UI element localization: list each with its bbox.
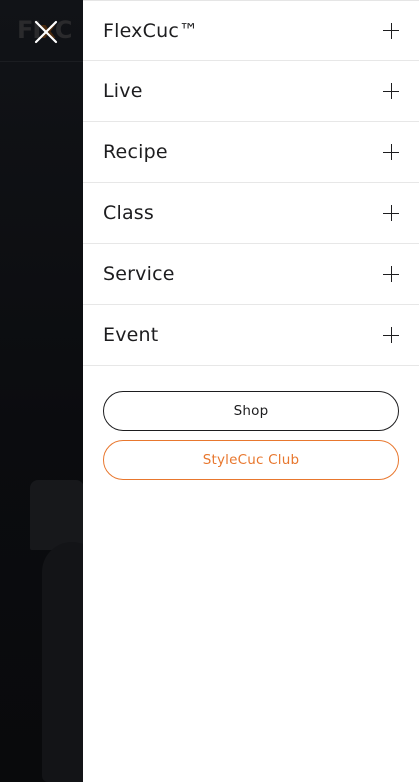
menu-item-service[interactable]: Service <box>83 244 419 305</box>
menu-item-live[interactable]: Live <box>83 61 419 122</box>
menu-item-label: FlexCuc™ <box>103 19 199 42</box>
product-cap <box>30 480 84 550</box>
plus-icon[interactable] <box>383 83 399 99</box>
stylecuc-club-button[interactable]: StyleCuc Club <box>103 440 399 480</box>
navigation-drawer: FlexCuc™ Live Recipe Class Service Event… <box>83 0 419 782</box>
drawer-actions: Shop StyleCuc Club <box>83 366 419 480</box>
plus-icon[interactable] <box>383 144 399 160</box>
menu-item-flexcuc[interactable]: FlexCuc™ <box>83 1 419 61</box>
plus-icon[interactable] <box>383 205 399 221</box>
menu-item-label: Class <box>103 202 154 224</box>
plus-icon[interactable] <box>383 22 399 39</box>
menu-item-label: Live <box>103 80 143 102</box>
close-menu-button[interactable] <box>30 16 62 48</box>
menu-item-label: Service <box>103 263 175 285</box>
background-product-image <box>20 480 102 782</box>
menu-item-label: Recipe <box>103 141 168 163</box>
shop-button[interactable]: Shop <box>103 391 399 431</box>
plus-icon[interactable] <box>383 266 399 282</box>
menu-item-label: Event <box>103 324 159 346</box>
menu-item-recipe[interactable]: Recipe <box>83 122 419 183</box>
menu-item-class[interactable]: Class <box>83 183 419 244</box>
plus-icon[interactable] <box>383 327 399 343</box>
menu-list: FlexCuc™ Live Recipe Class Service Event <box>83 1 419 366</box>
menu-item-event[interactable]: Event <box>83 305 419 366</box>
close-icon <box>34 20 58 44</box>
